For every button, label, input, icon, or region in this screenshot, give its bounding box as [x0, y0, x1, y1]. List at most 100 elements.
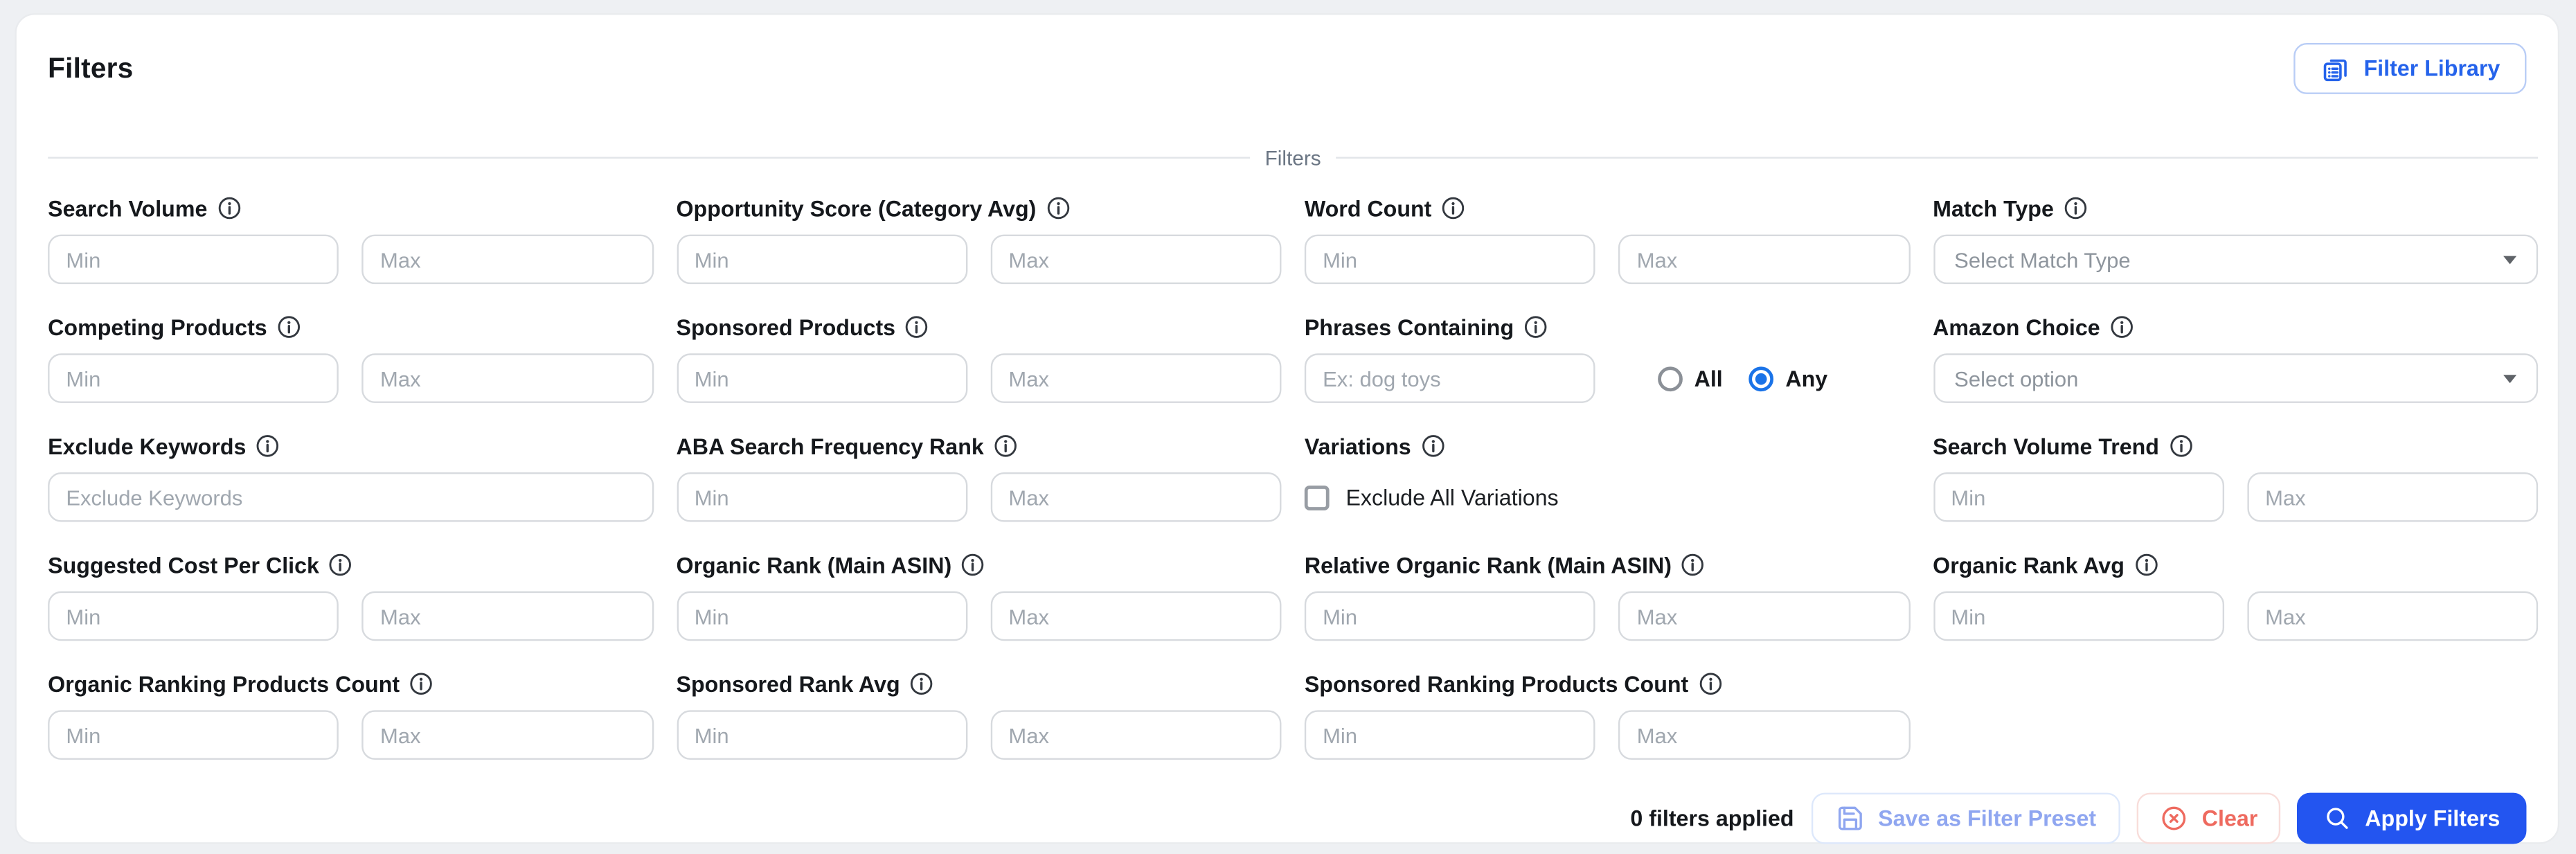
search-volume-max-input[interactable] — [362, 235, 653, 285]
info-icon[interactable] — [217, 197, 240, 220]
field-search-volume: Search Volume — [48, 197, 653, 284]
suggested-cpc-max-input[interactable] — [362, 591, 653, 641]
field-relative-organic-rank-main-asin: Relative Organic Rank (Main ASIN) — [1305, 553, 1910, 641]
sponsored-ranking-count-min-input[interactable] — [1305, 710, 1595, 760]
info-icon[interactable] — [2169, 434, 2192, 457]
search-icon — [2324, 804, 2352, 833]
competing-products-max-input[interactable] — [362, 353, 653, 403]
field-label: Search Volume — [48, 196, 207, 221]
clipboard-list-icon — [2320, 53, 2350, 83]
clear-filters-button[interactable]: Clear — [2138, 793, 2281, 844]
radio-all-label[interactable]: All — [1694, 366, 1723, 391]
circle-x-icon — [2161, 804, 2189, 833]
info-icon[interactable] — [1523, 315, 1546, 338]
info-icon[interactable] — [962, 553, 985, 576]
field-match-type: Match Type Select Match Type — [1933, 197, 2538, 284]
info-icon[interactable] — [1421, 434, 1444, 457]
organic-rank-max-input[interactable] — [990, 591, 1281, 641]
competing-products-min-input[interactable] — [48, 353, 339, 403]
field-label: ABA Search Frequency Rank — [676, 434, 983, 459]
info-icon[interactable] — [1442, 197, 1465, 220]
apply-filters-button[interactable]: Apply Filters — [2298, 793, 2527, 844]
field-organic-rank-avg: Organic Rank Avg — [1933, 553, 2538, 641]
filters-applied-count: 0 filters applied — [1630, 806, 1794, 831]
info-icon[interactable] — [910, 673, 933, 695]
filter-library-button[interactable]: Filter Library — [2294, 43, 2526, 94]
opportunity-score-max-input[interactable] — [990, 235, 1281, 285]
field-phrases-containing: Phrases Containing All Any — [1305, 315, 1910, 402]
page-title: Filters — [48, 52, 133, 85]
sponsored-ranking-count-max-input[interactable] — [1619, 710, 1910, 760]
organic-rank-avg-min-input[interactable] — [1933, 591, 2224, 641]
field-sponsored-ranking-products-count: Sponsored Ranking Products Count — [1305, 673, 1910, 760]
divider-label: Filters — [1265, 146, 1321, 169]
field-label: Phrases Containing — [1305, 314, 1514, 339]
select-placeholder: Select Match Type — [1954, 247, 2130, 272]
organic-rank-avg-max-input[interactable] — [2247, 591, 2538, 641]
field-label: Search Volume Trend — [1933, 434, 2159, 459]
amazon-choice-select[interactable]: Select option — [1933, 353, 2538, 403]
apply-filters-label: Apply Filters — [2365, 806, 2500, 831]
sponsored-products-min-input[interactable] — [676, 353, 967, 403]
filters-section-divider: Filters — [48, 143, 2538, 172]
field-label: Variations — [1305, 434, 1411, 459]
radio-any[interactable]: Any — [1749, 366, 1827, 391]
clear-label: Clear — [2202, 806, 2258, 831]
word-count-max-input[interactable] — [1619, 235, 1910, 285]
aba-rank-max-input[interactable] — [990, 472, 1281, 522]
field-competing-products: Competing Products — [48, 315, 653, 402]
relative-organic-rank-min-input[interactable] — [1305, 591, 1595, 641]
field-label: Organic Ranking Products Count — [48, 671, 400, 696]
search-volume-trend-max-input[interactable] — [2247, 472, 2538, 522]
info-icon[interactable] — [994, 434, 1017, 457]
organic-rank-min-input[interactable] — [676, 591, 967, 641]
field-label: Amazon Choice — [1933, 314, 2100, 339]
radio-any-circle[interactable] — [1749, 366, 1774, 391]
field-label: Suggested Cost Per Click — [48, 553, 319, 578]
field-label: Opportunity Score (Category Avg) — [676, 196, 1036, 221]
save-filter-preset-label: Save as Filter Preset — [1878, 806, 2096, 831]
field-label: Relative Organic Rank (Main ASIN) — [1305, 553, 1672, 578]
field-label: Match Type — [1933, 196, 2054, 221]
filters-panel: Filters Filter Library Filters Search — [15, 13, 2559, 844]
exclude-keywords-input[interactable] — [48, 472, 653, 522]
info-icon[interactable] — [256, 434, 279, 457]
info-icon[interactable] — [329, 553, 352, 576]
field-label: Sponsored Products — [676, 314, 895, 339]
suggested-cpc-min-input[interactable] — [48, 591, 339, 641]
phrases-containing-input[interactable] — [1305, 353, 1595, 403]
info-icon[interactable] — [409, 673, 432, 695]
info-icon[interactable] — [2064, 197, 2086, 220]
exclude-all-variations-label[interactable]: Exclude All Variations — [1345, 485, 1558, 510]
word-count-min-input[interactable] — [1305, 235, 1595, 285]
search-volume-trend-min-input[interactable] — [1933, 472, 2224, 522]
organic-ranking-count-min-input[interactable] — [48, 710, 339, 760]
field-organic-ranking-products-count: Organic Ranking Products Count — [48, 673, 653, 760]
organic-ranking-count-max-input[interactable] — [362, 710, 653, 760]
relative-organic-rank-max-input[interactable] — [1619, 591, 1910, 641]
sponsored-products-max-input[interactable] — [990, 353, 1281, 403]
field-label: Organic Rank Avg — [1933, 553, 2125, 578]
save-filter-preset-button[interactable]: Save as Filter Preset — [1812, 793, 2121, 844]
info-icon[interactable] — [2110, 315, 2133, 338]
sponsored-rank-avg-max-input[interactable] — [990, 710, 1281, 760]
info-icon[interactable] — [1699, 673, 1721, 695]
radio-any-label[interactable]: Any — [1785, 366, 1827, 391]
phrases-match-radio-group: All Any — [1658, 366, 1827, 391]
info-icon[interactable] — [1681, 553, 1704, 576]
radio-all[interactable]: All — [1658, 366, 1723, 391]
radio-all-circle[interactable] — [1658, 366, 1683, 391]
aba-rank-min-input[interactable] — [676, 472, 967, 522]
empty-grid-cell — [1933, 673, 2538, 760]
opportunity-score-min-input[interactable] — [676, 235, 967, 285]
sponsored-rank-avg-min-input[interactable] — [676, 710, 967, 760]
info-icon[interactable] — [277, 315, 300, 338]
match-type-select[interactable]: Select Match Type — [1933, 235, 2538, 285]
field-label: Competing Products — [48, 314, 267, 339]
exclude-all-variations-checkbox-row[interactable]: Exclude All Variations — [1305, 485, 1559, 510]
search-volume-min-input[interactable] — [48, 235, 339, 285]
info-icon[interactable] — [2134, 553, 2157, 576]
exclude-all-variations-checkbox[interactable] — [1305, 485, 1330, 510]
info-icon[interactable] — [905, 315, 928, 338]
info-icon[interactable] — [1046, 197, 1069, 220]
